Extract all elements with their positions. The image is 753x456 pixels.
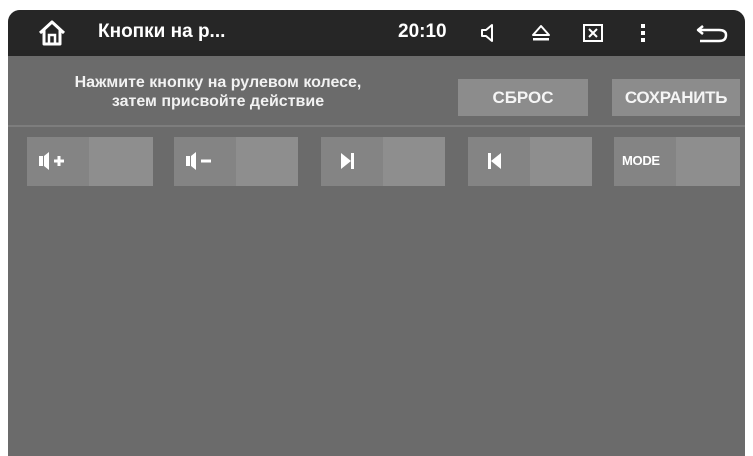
status-bar: Кнопки на р... 20:10 xyxy=(8,10,745,56)
screenshot-icon[interactable] xyxy=(582,22,604,44)
instruction-line2: затем присвойте действие xyxy=(111,93,325,110)
page-title: Кнопки на р... xyxy=(98,21,226,42)
volume-up-icon xyxy=(39,152,64,170)
key-volume-down[interactable] xyxy=(174,137,298,186)
volume-icon[interactable] xyxy=(478,22,500,44)
next-track-icon xyxy=(341,153,354,169)
key-previous-track[interactable] xyxy=(468,137,592,186)
key-next-track[interactable] xyxy=(321,137,445,186)
save-button[interactable]: СОХРАНИТЬ xyxy=(612,79,740,116)
key-mode[interactable]: MODE xyxy=(614,137,740,186)
eject-icon[interactable] xyxy=(530,22,552,44)
reset-button[interactable]: СБРОС xyxy=(458,79,588,116)
previous-track-icon xyxy=(488,153,501,169)
clock: 20:10 xyxy=(398,21,447,42)
back-icon[interactable] xyxy=(695,22,729,44)
volume-down-icon xyxy=(186,152,211,170)
app-screen: Кнопки на р... 20:10 Нажмите кнопку на р… xyxy=(8,10,745,456)
home-icon[interactable] xyxy=(38,20,66,46)
instruction-text: Нажмите кнопку на рулевом колесе, затем … xyxy=(8,73,428,111)
instruction-line1: Нажмите кнопку на рулевом колесе, xyxy=(74,74,362,91)
mode-label: MODE xyxy=(622,153,660,168)
key-volume-up[interactable] xyxy=(27,137,153,186)
more-vert-icon[interactable] xyxy=(637,22,649,44)
